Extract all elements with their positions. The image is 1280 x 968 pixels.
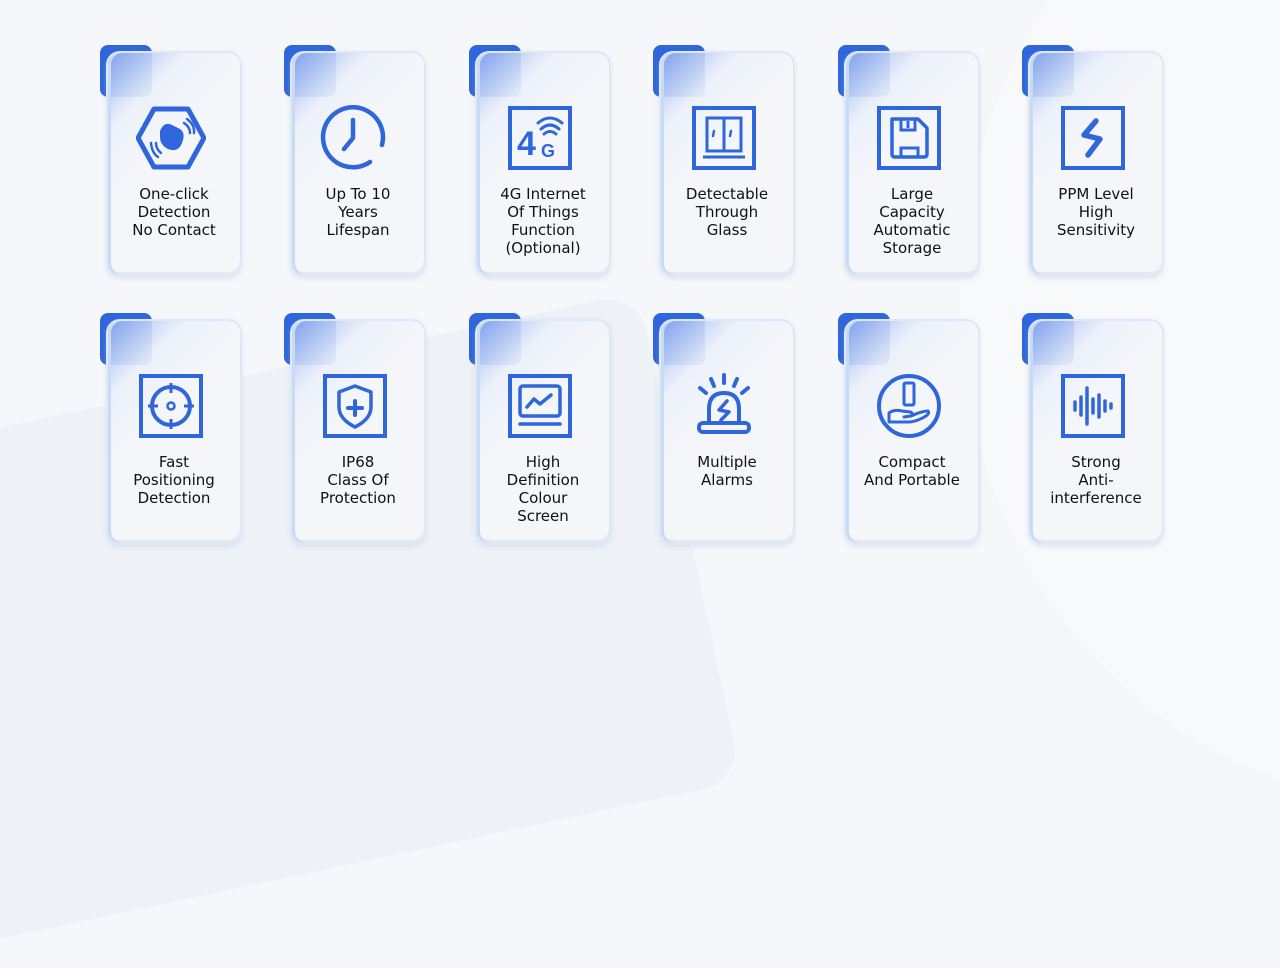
alarm-siren-icon — [689, 371, 759, 441]
feature-card-multiple-alarms: Multiple Alarms — [653, 313, 795, 545]
feature-label: Up To 10 Years Lifespan — [325, 185, 391, 239]
floppy-disk-icon — [874, 103, 944, 173]
feature-label: Detectable Through Glass — [685, 185, 769, 239]
crosshair-icon — [136, 371, 206, 441]
window-glass-icon — [689, 103, 759, 173]
feature-label: Fast Positioning Detection — [133, 453, 215, 507]
feature-label: IP68 Class Of Protection — [320, 453, 396, 507]
monitor-chart-icon — [505, 371, 575, 441]
shield-plus-icon — [320, 371, 390, 441]
hand-device-icon — [874, 371, 944, 441]
feature-label: 4G Internet Of Things Function (Optional… — [500, 185, 586, 257]
feature-label: Strong Anti- interference — [1050, 453, 1142, 507]
feature-card-one-click-detection: One-click Detection No Contact — [100, 45, 242, 277]
feature-label: Large Capacity Automatic Storage — [873, 185, 951, 257]
feature-card-hd-screen: High Definition Colour Screen — [469, 313, 611, 545]
feature-label: Compact And Portable — [864, 453, 960, 489]
clock-icon — [320, 103, 390, 173]
feature-card-fast-positioning: Fast Positioning Detection — [100, 313, 242, 545]
feature-card-compact-portable: Compact And Portable — [838, 313, 980, 545]
feature-card-through-glass: Detectable Through Glass — [653, 45, 795, 277]
feature-label: High Definition Colour Screen — [506, 453, 580, 525]
svg-text:G: G — [541, 141, 555, 161]
feature-card-anti-interference: Strong Anti- interference — [1022, 313, 1164, 545]
feature-card-4g-iot: 4 G 4G Internet Of Things Function (Opti… — [469, 45, 611, 277]
feature-card-ip68: IP68 Class Of Protection — [284, 313, 426, 545]
feature-label: Multiple Alarms — [697, 453, 757, 489]
feature-label: PPM Level High Sensitivity — [1056, 185, 1136, 239]
hand-wave-hexagon-icon — [136, 103, 206, 173]
sound-wave-icon — [1058, 371, 1128, 441]
4g-signal-icon: 4 G — [505, 103, 575, 173]
feature-card-lifespan: Up To 10 Years Lifespan — [284, 45, 426, 277]
lightning-icon — [1058, 103, 1128, 173]
feature-label: One-click Detection No Contact — [132, 185, 216, 239]
feature-card-ppm-sensitivity: PPM Level High Sensitivity — [1022, 45, 1164, 277]
svg-text:4: 4 — [517, 125, 536, 163]
feature-card-storage: Large Capacity Automatic Storage — [838, 45, 980, 277]
